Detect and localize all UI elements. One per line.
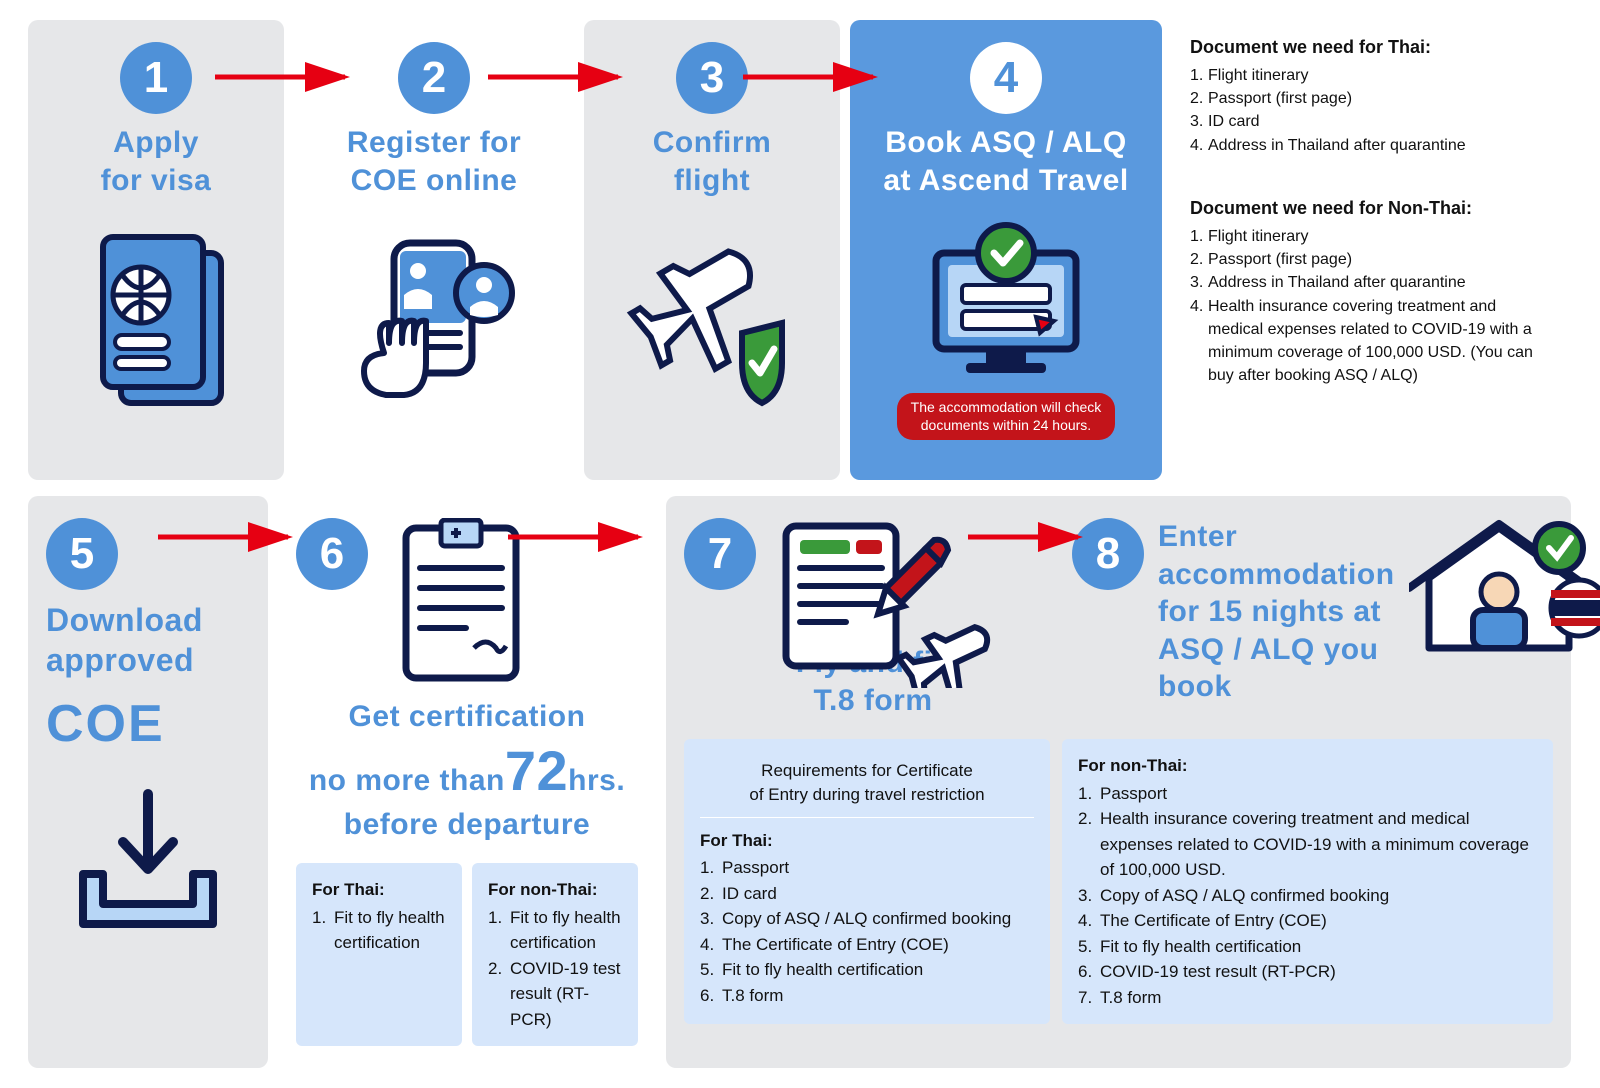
list-item: Fit to fly health certification: [1078, 934, 1537, 960]
list-item: Health insurance covering treatment and …: [1078, 806, 1537, 883]
step-6-title: Get certification no more than72hrs. bef…: [309, 698, 625, 843]
list-item: Fit to fly health certification: [312, 905, 446, 956]
list-item: The Certificate of Entry (COE): [700, 932, 1034, 958]
req-non-thai-box: For non-Thai: Passport Health insurance …: [1062, 739, 1553, 1024]
step-2-title: Register forCOE online: [347, 124, 521, 199]
docs-thai-heading: Document we need for Thai:: [1190, 34, 1554, 60]
docs-thai-list: Flight itinerary Passport (first page) I…: [1190, 64, 1554, 157]
passport-icon: [71, 223, 241, 423]
list-item: Passport (first page): [1190, 248, 1554, 271]
req-thai-box: Requirements for Certificateof Entry dur…: [684, 739, 1050, 1024]
badge-3: 3: [676, 42, 748, 114]
list-item: Address in Thailand after quarantine: [1190, 271, 1554, 294]
badge-2: 2: [398, 42, 470, 114]
step-5: 5 Downloadapproved COE: [28, 496, 268, 1068]
step-3: 3 Confirmflight: [584, 20, 840, 480]
step-4-docs: Document we need for Thai: Flight itiner…: [1172, 20, 1572, 480]
docs-non-thai: Document we need for Non-Thai: Flight it…: [1172, 181, 1572, 401]
list-item: Copy of ASQ / ALQ confirmed booking: [700, 906, 1034, 932]
step-5-coe: COE: [46, 694, 165, 754]
coe-register-icon: [334, 223, 534, 423]
list-item: Flight itinerary: [1190, 225, 1554, 248]
list-item: Flight itinerary: [1190, 64, 1554, 87]
list-item: Address in Thailand after quarantine: [1190, 134, 1554, 157]
req-non-heading: For non-Thai:: [1078, 753, 1537, 779]
list-item: Fit to fly health certification: [700, 957, 1034, 983]
docs-non-thai-list: Flight itinerary Passport (first page) A…: [1190, 225, 1554, 387]
step-4-title: Book ASQ / ALQat Ascend Travel: [883, 124, 1128, 199]
badge-7: 7: [684, 518, 756, 590]
step-5-title: Downloadapproved: [46, 600, 203, 680]
list-item: Passport: [1078, 781, 1537, 807]
s6-thai-box: For Thai: Fit to fly health certificatio…: [296, 863, 462, 1046]
list-item: COVID-19 test result (RT-PCR): [488, 956, 622, 1033]
step-2: 2 Register forCOE online: [294, 20, 574, 480]
step-8-title: Enteraccommodationfor 15 nights atASQ / …: [1158, 518, 1395, 706]
list-item: COVID-19 test result (RT-PCR): [1078, 959, 1537, 985]
step-6: 6 Get certification: [278, 496, 656, 1068]
form-plane-icon: [776, 518, 1026, 688]
list-item: Passport: [700, 855, 1034, 881]
list-item: ID card: [1190, 110, 1554, 133]
step-1-title: Applyfor visa: [101, 124, 212, 199]
step-7-8: 7: [666, 496, 1571, 1068]
req-thai-heading: For Thai:: [700, 828, 1034, 854]
list-item: Health insurance covering treatment and …: [1190, 295, 1554, 388]
docs-thai: Document we need for Thai: Flight itiner…: [1172, 20, 1572, 171]
step-3-title: Confirmflight: [653, 124, 772, 199]
badge-8: 8: [1072, 518, 1144, 590]
list-item: ID card: [700, 881, 1034, 907]
step-1: 1 Applyfor visa: [28, 20, 284, 480]
list-item: T.8 form: [700, 983, 1034, 1009]
badge-6: 6: [296, 518, 368, 590]
badge-5: 5: [46, 518, 118, 590]
step-4-notice: The accommodation will checkdocuments wi…: [897, 393, 1116, 440]
list-item: Passport (first page): [1190, 87, 1554, 110]
docs-non-thai-heading: Document we need for Non-Thai:: [1190, 195, 1554, 221]
download-icon: [63, 784, 233, 954]
step-4: 4 Book ASQ / ALQat Ascend Travel The acc…: [850, 20, 1162, 480]
list-item: Fit to fly health certification: [488, 905, 622, 956]
list-item: T.8 form: [1078, 985, 1537, 1011]
list-item: The Certificate of Entry (COE): [1078, 908, 1537, 934]
badge-1: 1: [120, 42, 192, 114]
quarantine-house-icon: [1409, 518, 1600, 678]
certificate-icon: [386, 518, 536, 688]
req-title: Requirements for Certificateof Entry dur…: [700, 753, 1034, 818]
booking-pc-icon: [906, 213, 1106, 383]
plane-shield-icon: [612, 223, 812, 423]
s6-non-heading: For non-Thai:: [488, 877, 622, 903]
list-item: Copy of ASQ / ALQ confirmed booking: [1078, 883, 1537, 909]
badge-4: 4: [970, 42, 1042, 114]
s6-thai-heading: For Thai:: [312, 877, 446, 903]
s6-non-box: For non-Thai: Fit to fly health certific…: [472, 863, 638, 1046]
